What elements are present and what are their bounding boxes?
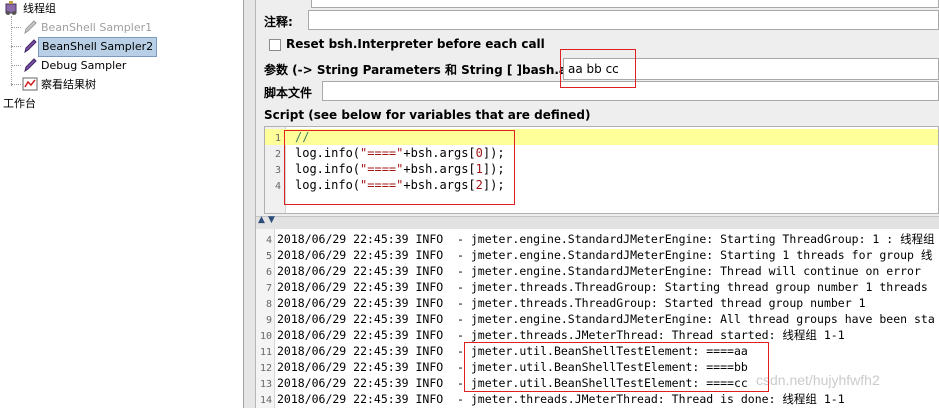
log-line: 13 2018/06/29 22:45:39 INFO - jmeter.util… — [256, 375, 748, 391]
log-text: 2018/06/29 22:45:39 INFO - jmeter.thread… — [277, 328, 845, 342]
log-line: 11 2018/06/29 22:45:39 INFO - jmeter.util… — [256, 343, 748, 359]
code-token: 2 — [475, 178, 483, 192]
log-line: 12 2018/06/29 22:45:39 INFO - jmeter.util… — [256, 359, 748, 375]
tree-item-beanshell-sampler2[interactable]: BeanShell Sampler2 — [38, 37, 158, 57]
split-divider[interactable] — [244, 0, 256, 408]
code-token: "====" — [360, 146, 404, 160]
code-token: ]); — [482, 162, 505, 176]
pen-icon — [22, 38, 38, 54]
code-token: +bsh.args[ — [403, 162, 476, 176]
log-line: 9 2018/06/29 22:45:39 INFO - jmeter.engin… — [256, 311, 935, 327]
log-text: 2018/06/29 22:45:39 INFO - jmeter.engine… — [277, 264, 921, 278]
watermark: csdn.net/hujyhfwfh2 — [756, 372, 880, 388]
log-viewer[interactable]: 4 2018/06/29 22:45:39 INFO - jmeter.engin… — [256, 229, 939, 408]
tree-connector — [11, 46, 21, 47]
log-text: 2018/06/29 22:45:39 INFO - jmeter.engine… — [277, 232, 935, 246]
tree-connector — [11, 65, 21, 66]
log-line: 14 2018/06/29 22:45:39 INFO - jmeter.thre… — [256, 391, 845, 407]
log-line-number: 14 — [259, 395, 272, 406]
code-token: log.info( — [295, 162, 361, 176]
pen-icon — [22, 57, 38, 73]
code-token: "====" — [360, 178, 404, 192]
collapse-down-arrow-icon[interactable]: ▼ — [268, 215, 275, 225]
code-token: 0 — [475, 146, 483, 160]
script-line: 4 log.info("===="+bsh.args[2]); — [265, 177, 938, 193]
tree-connector — [11, 27, 21, 28]
parameters-input[interactable]: aa bb cc — [563, 58, 939, 80]
comment-field[interactable] — [308, 10, 939, 30]
log-text: 2018/06/29 22:45:39 INFO - jmeter.thread… — [277, 296, 866, 310]
code-token: 1 — [475, 162, 483, 176]
reset-interpreter-label: Reset bsh.Interpreter before each call — [286, 37, 545, 51]
code-token: ]); — [482, 146, 505, 160]
log-text: 2018/06/29 22:45:39 INFO - jmeter.util.B… — [277, 344, 748, 358]
script-line: 2 log.info("===="+bsh.args[0]); — [265, 145, 938, 161]
log-line: 10 2018/06/29 22:45:39 INFO - jmeter.thre… — [256, 327, 845, 343]
thread-group-icon — [3, 0, 19, 16]
log-text: 2018/06/29 22:45:39 INFO - jmeter.util.B… — [277, 376, 748, 390]
code-token: log.info( — [295, 178, 361, 192]
pen-icon — [22, 19, 38, 35]
log-line: 6 2018/06/29 22:45:39 INFO - jmeter.engin… — [256, 263, 921, 279]
parameters-label: 参数 (-> String Parameters 和 String [ ]bas… — [264, 63, 595, 77]
script-editor[interactable]: 1//2 log.info("===="+bsh.args[0]); 3 log.in… — [264, 126, 939, 214]
collapse-up-arrow-icon[interactable]: ▲ — [258, 215, 265, 225]
sampler-config-panel: 注释: Reset bsh.Interpreter before each ca… — [256, 0, 939, 408]
script-label: Script (see below for variables that are… — [264, 108, 591, 122]
log-text: 2018/06/29 22:45:39 INFO - jmeter.engine… — [277, 248, 933, 262]
code-token: +bsh.args[ — [403, 146, 476, 160]
log-text: 2018/06/29 22:45:39 INFO - jmeter.thread… — [277, 280, 928, 294]
log-text: 2018/06/29 22:45:39 INFO - jmeter.util.B… — [277, 360, 748, 374]
tree-connector — [11, 84, 21, 85]
code-token: +bsh.args[ — [403, 178, 476, 192]
tree-item-thread-group[interactable]: 线程组 — [20, 0, 59, 18]
tree-item-workbench[interactable]: 工作台 — [0, 95, 39, 113]
log-line: 4 2018/06/29 22:45:39 INFO - jmeter.engin… — [256, 231, 935, 247]
log-text: 2018/06/29 22:45:39 INFO - jmeter.thread… — [277, 392, 845, 406]
script-line: 1// — [265, 129, 938, 145]
line-number: 4 — [274, 181, 281, 192]
tree-item-beanshell-sampler1[interactable]: BeanShell Sampler1 — [38, 19, 155, 37]
script-file-label: 脚本文件 — [264, 86, 313, 100]
log-line: 8 2018/06/29 22:45:39 INFO - jmeter.threa… — [256, 295, 866, 311]
code-token: ]); — [482, 178, 505, 192]
comment-label: 注释: — [264, 15, 293, 29]
script-line: 3 log.info("===="+bsh.args[1]); — [265, 161, 938, 177]
log-line: 5 2018/06/29 22:45:39 INFO - jmeter.engin… — [256, 247, 932, 263]
log-text: 2018/06/29 22:45:39 INFO - jmeter.engine… — [277, 312, 935, 326]
code-token: // — [295, 130, 310, 144]
name-field[interactable] — [311, 0, 939, 8]
tree-item-debug-sampler[interactable]: Debug Sampler — [38, 57, 129, 75]
test-plan-tree: 线程组 BeanShell Sampler1 BeanShell Sampler… — [0, 0, 244, 408]
editor-log-splitter[interactable]: ▲ ▼ — [256, 215, 939, 230]
results-tree-icon — [22, 76, 38, 92]
tree-item-view-results-tree[interactable]: 察看结果树 — [38, 76, 99, 94]
code-token: log.info( — [295, 146, 361, 160]
log-line: 7 2018/06/29 22:45:39 INFO - jmeter.threa… — [256, 279, 928, 295]
script-file-field[interactable] — [322, 81, 939, 101]
reset-interpreter-checkbox[interactable] — [269, 39, 281, 51]
code-token: "====" — [360, 162, 404, 176]
